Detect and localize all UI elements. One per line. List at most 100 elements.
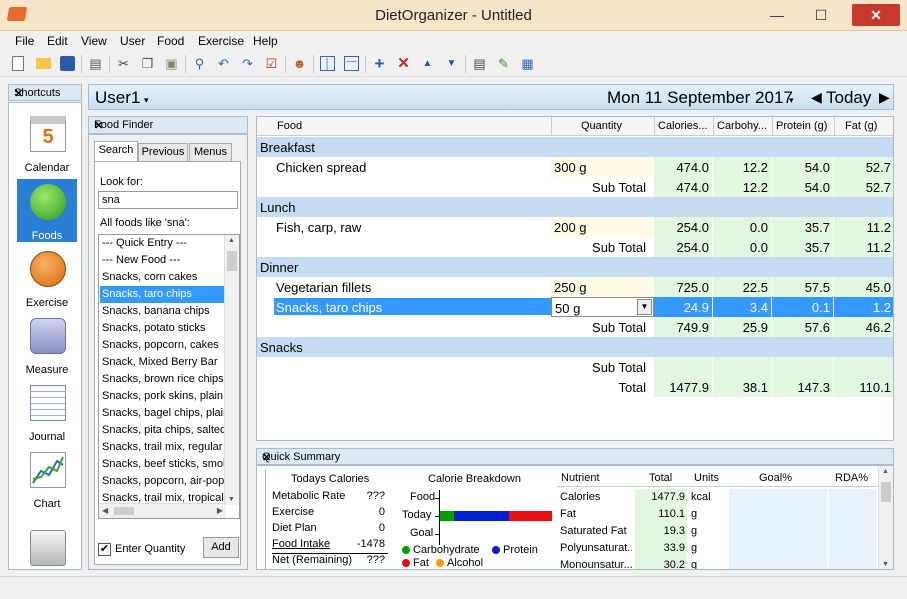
next-day-icon[interactable]: ▶: [879, 89, 890, 106]
split-horizontal-icon[interactable]: —: [344, 56, 359, 71]
food-name[interactable]: Fish, carp, raw: [276, 220, 361, 235]
delete-icon[interactable]: ✕: [396, 56, 411, 71]
column-units[interactable]: Units: [694, 472, 719, 484]
column-goal-percent[interactable]: Goal%: [759, 472, 792, 484]
checklist-icon[interactable]: ☑: [264, 56, 279, 71]
subtotal-row[interactable]: Sub Total: [257, 357, 893, 377]
user-icon[interactable]: ☻: [292, 56, 307, 71]
previous-day-icon[interactable]: ◀: [811, 89, 822, 106]
food-list-item[interactable]: Snacks, pita chips, salted: [100, 422, 226, 439]
food-name[interactable]: Vegetarian fillets: [276, 280, 371, 295]
food-list-item[interactable]: Snacks, corn cakes: [100, 269, 226, 286]
maximize-button[interactable]: ☐: [806, 4, 836, 26]
quantity-cell[interactable]: 200 g: [551, 217, 654, 237]
food-list-item[interactable]: Snack, Mixed Berry Bar: [100, 354, 226, 371]
minimize-button[interactable]: —: [762, 4, 792, 26]
copy-icon[interactable]: ❐: [140, 56, 155, 71]
new-file-icon[interactable]: [12, 56, 24, 71]
meal-header-row[interactable]: Dinner: [257, 257, 893, 277]
quantity-cell[interactable]: 250 g: [551, 277, 654, 297]
shortcuts-close-icon[interactable]: ✕: [14, 87, 78, 100]
column-calories[interactable]: Calories...: [658, 120, 708, 132]
column-total[interactable]: Total: [649, 472, 672, 484]
save-icon[interactable]: [60, 56, 75, 71]
shortcut-journal[interactable]: Journal: [17, 380, 77, 443]
food-finder-close-icon[interactable]: ✕: [94, 119, 243, 132]
list-vertical-scrollbar[interactable]: ▲ ▼: [224, 235, 239, 505]
cut-icon[interactable]: ✂: [116, 56, 131, 71]
food-name[interactable]: Chicken spread: [276, 160, 366, 175]
food-list-item[interactable]: Snacks, brown rice chips: [100, 371, 226, 388]
split-vertical-icon[interactable]: │: [320, 56, 335, 71]
nutrient-row[interactable]: Monounsatur... 30.2 g: [557, 557, 879, 569]
quantity-cell[interactable]: 300 g: [551, 157, 654, 177]
shortcut-calendar[interactable]: 5 Calendar: [17, 111, 77, 174]
meal-header-row[interactable]: Breakfast: [257, 137, 893, 157]
move-up-icon[interactable]: ▲: [420, 56, 435, 71]
menu-file[interactable]: File: [15, 34, 34, 48]
menu-exercise[interactable]: Exercise: [198, 34, 244, 48]
column-carbohydrate[interactable]: Carbohy...: [717, 120, 767, 132]
food-row[interactable]: Fish, carp, raw 200 g 254.0 0.0 35.7 11.2: [257, 217, 893, 237]
food-list-item[interactable]: Snacks, taro chips: [100, 286, 226, 303]
menu-food[interactable]: Food: [157, 34, 184, 48]
column-protein[interactable]: Protein (g): [776, 120, 827, 132]
paste-icon[interactable]: ▣: [164, 56, 179, 71]
notes-icon[interactable]: ▤: [472, 56, 487, 71]
nutrient-row[interactable]: Calories 1477.9 kcal: [557, 489, 879, 506]
undo-icon[interactable]: ↶: [216, 56, 231, 71]
today-button[interactable]: Today: [826, 88, 871, 108]
add-button[interactable]: Add: [203, 537, 239, 558]
shortcut-measure[interactable]: Measure: [17, 313, 77, 376]
search-input[interactable]: [98, 191, 238, 209]
column-fat[interactable]: Fat (g): [845, 120, 877, 132]
column-nutrient[interactable]: Nutrient: [561, 472, 600, 484]
list-horizontal-scrollbar[interactable]: ◀ ▶: [99, 503, 226, 518]
nutrient-row[interactable]: Saturated Fat 19.3 g: [557, 523, 879, 540]
subtotal-row[interactable]: Sub Total 474.0 12.2 54.0 52.7: [257, 177, 893, 197]
shortcut-chart[interactable]: Chart: [17, 447, 77, 510]
menu-edit[interactable]: Edit: [47, 34, 68, 48]
menu-user[interactable]: User: [120, 34, 145, 48]
quantity-dropdown-icon[interactable]: ▼: [637, 299, 652, 315]
food-list-item[interactable]: Snacks, pork skins, plain: [100, 388, 226, 405]
food-list-item[interactable]: Snacks, potato sticks: [100, 320, 226, 337]
column-food[interactable]: Food: [277, 120, 302, 132]
food-row[interactable]: Chicken spread 300 g 474.0 12.2 54.0 52.7: [257, 157, 893, 177]
menu-help[interactable]: Help: [253, 34, 278, 48]
menu-view[interactable]: View: [81, 34, 107, 48]
food-row[interactable]: Vegetarian fillets 250 g 725.0 22.5 57.5 45.0: [257, 277, 893, 297]
food-list-item[interactable]: --- New Food ---: [100, 252, 226, 269]
date-display[interactable]: Mon 11 September 2017: [607, 88, 793, 108]
food-list-item[interactable]: --- Quick Entry ---: [100, 235, 226, 252]
shortcut-print[interactable]: [17, 514, 77, 569]
meal-header-row[interactable]: Snacks: [257, 337, 893, 357]
add-icon[interactable]: +: [372, 55, 387, 72]
tab-previous[interactable]: Previous: [138, 143, 188, 162]
food-list-item[interactable]: Snacks, bagel chips, plain: [100, 405, 226, 422]
subtotal-row[interactable]: Sub Total 254.0 0.0 35.7 11.2: [257, 237, 893, 257]
food-list-item[interactable]: Snacks, banana chips: [100, 303, 226, 320]
column-rda-percent[interactable]: RDA%: [835, 472, 868, 484]
nutrient-row[interactable]: Polyunsaturat... 33.9 g: [557, 540, 879, 557]
summary-vertical-scrollbar[interactable]: ▲ ▼: [878, 466, 893, 569]
food-list-item[interactable]: Snacks, popcorn, air-popped: [100, 473, 226, 490]
redo-icon[interactable]: ↷: [240, 56, 255, 71]
quantity-cell[interactable]: 50 g ▼: [551, 297, 654, 317]
subtotal-row[interactable]: Sub Total 749.9 25.9 57.6 46.2: [257, 317, 893, 337]
find-icon[interactable]: ⚲: [192, 56, 207, 71]
date-dropdown-icon[interactable]: ▾: [789, 95, 794, 106]
user-selector[interactable]: User1: [95, 88, 140, 108]
shortcut-foods[interactable]: Foods: [17, 179, 77, 242]
enter-quantity-checkbox[interactable]: ✔: [98, 543, 111, 556]
column-quantity[interactable]: Quantity: [581, 120, 622, 132]
move-down-icon[interactable]: ▼: [444, 56, 459, 71]
food-row[interactable]: Snacks, taro chips 50 g ▼ 24.9 3.4 0.1 1.2: [257, 297, 893, 317]
calculator-icon[interactable]: ▦: [520, 56, 535, 71]
close-button[interactable]: ✕: [852, 4, 900, 26]
food-list-item[interactable]: Snacks, beef sticks, smoked: [100, 456, 226, 473]
subtotal-row[interactable]: Total 1477.9 38.1 147.3 110.1: [257, 377, 893, 397]
tab-search[interactable]: Search: [94, 141, 138, 161]
food-list-item[interactable]: Snacks, trail mix, regular: [100, 439, 226, 456]
quick-summary-close-icon[interactable]: ✕: [262, 451, 889, 464]
